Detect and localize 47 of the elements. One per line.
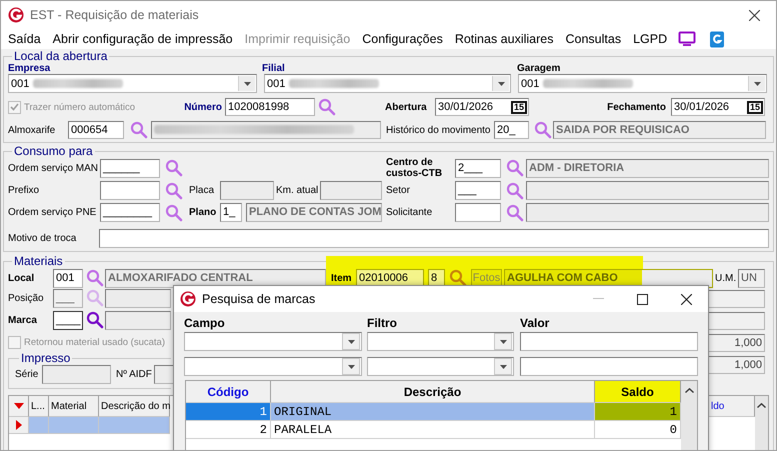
field-label: Placa	[189, 185, 216, 196]
field-label: Ordem serviço PNE	[8, 207, 98, 218]
field-label: Solicitante	[386, 207, 434, 218]
field-label: Número	[183, 102, 222, 112]
field-label: Posição	[8, 292, 45, 304]
description-field: AGULHA COM CABO	[504, 268, 713, 288]
field-label: Centro de custos-CTB	[386, 157, 444, 179]
dialog-title: Pesquisa de marcas	[202, 292, 316, 306]
field-label: Trazer número automático	[24, 102, 136, 112]
field-label: Empresa	[8, 63, 52, 74]
field-label: Local	[8, 272, 36, 284]
field-label: Abertura	[385, 102, 428, 112]
table-cell: 1	[186, 403, 271, 421]
field-label: Campo	[184, 316, 226, 330]
field-label: Almoxarife	[8, 124, 56, 136]
field-label: Km. atual	[276, 185, 320, 196]
field-label: Setor	[386, 185, 411, 196]
table-cell: 1	[595, 403, 681, 421]
table-cell: PARALELA	[271, 421, 595, 439]
field-label: Garagem	[517, 63, 560, 74]
field-label: Valor	[520, 316, 550, 330]
group-title: Local da abertura	[13, 50, 108, 63]
field-label: U.M.	[715, 272, 738, 284]
window-title: EST - Requisição de materiais	[30, 8, 199, 22]
field-label: Série	[15, 369, 40, 380]
description-field: ADM - DIRETORIA	[526, 158, 769, 178]
field-label: Nº AIDF	[116, 369, 153, 380]
field-label: Retornou material usado (sucata)	[24, 336, 166, 348]
description-field: ALMOXARIFADO CENTRAL	[105, 268, 326, 288]
group-title: Consumo para	[13, 145, 94, 158]
table-cell: 2	[186, 421, 271, 439]
description-field: SAIDA POR REQUISICAO	[553, 121, 766, 139]
group-title: Materiais	[13, 255, 64, 268]
group-title: Impresso	[20, 352, 72, 365]
field-label: Ordem serviço MAN	[8, 162, 100, 174]
field-label: Filial	[262, 63, 286, 74]
field-label: Histórico do movimento	[386, 124, 492, 136]
table-cell: ORIGINAL	[271, 403, 595, 421]
field-label: Plano	[189, 207, 218, 218]
field-label: Fechamento	[606, 102, 666, 112]
field-label: Filtro	[367, 316, 398, 330]
field-label: Motivo de troca	[8, 232, 78, 244]
table-cell: 0	[595, 421, 681, 439]
description-field: PLANO DE CONTAS JOM	[246, 203, 382, 222]
field-label: Prefixo	[8, 185, 40, 196]
field-label: Marca	[8, 314, 38, 326]
field-label: Item	[331, 272, 353, 284]
